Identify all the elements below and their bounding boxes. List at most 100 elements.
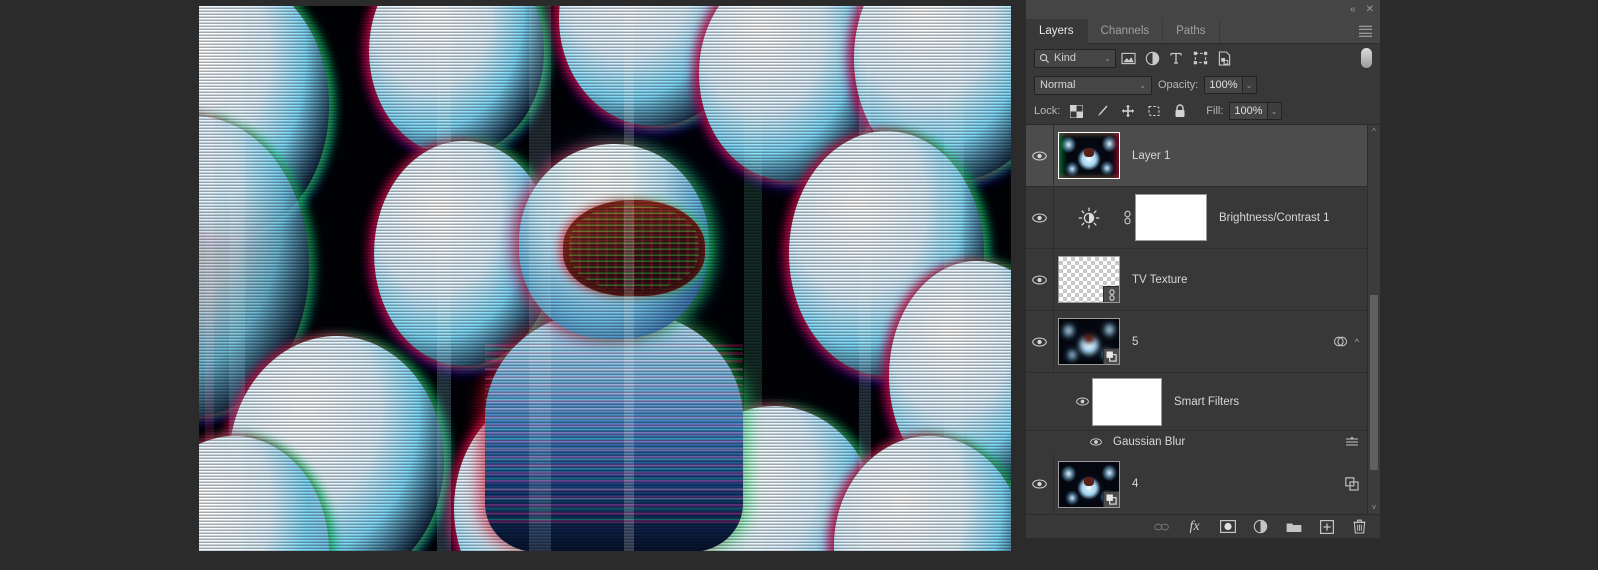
- layer-visibility-toggle[interactable]: [1026, 249, 1054, 310]
- layer-thumbnail[interactable]: [1058, 132, 1120, 179]
- type-layer-filter-icon[interactable]: [1164, 47, 1188, 69]
- smart-object-badge-icon: [1103, 490, 1119, 507]
- layer-name[interactable]: 4: [1132, 478, 1138, 490]
- smart-filter-item[interactable]: Gaussian Blur: [1026, 431, 1367, 453]
- new-group-button[interactable]: [1285, 518, 1302, 535]
- layer-thumbnail[interactable]: [1058, 256, 1120, 303]
- chevron-down-icon: ⌄: [1139, 80, 1146, 90]
- layer-row-actions: [1345, 477, 1367, 491]
- thumbnail-artwork: [1059, 133, 1119, 178]
- layer-row[interactable]: 4: [1026, 453, 1367, 514]
- layer-thumbnail[interactable]: [1058, 318, 1120, 365]
- blob: [369, 6, 544, 156]
- thumbnail-visor: [1084, 476, 1094, 486]
- mask-link-badge-icon: [1103, 286, 1119, 302]
- new-adjustment-layer-button[interactable]: [1252, 518, 1269, 535]
- new-layer-button[interactable]: [1318, 518, 1335, 535]
- blend-mode-row: Normal ⌄ Opacity: 100% ⌄: [1026, 72, 1380, 98]
- add-layer-mask-button[interactable]: [1219, 518, 1236, 535]
- layer-row[interactable]: 5 ^: [1026, 311, 1367, 373]
- lock-artboard-nesting-icon[interactable]: [1144, 101, 1164, 121]
- layer-name[interactable]: Layer 1: [1132, 150, 1170, 162]
- thumbnail-visor: [1084, 334, 1094, 344]
- smart-filter-indicator-icon[interactable]: [1333, 334, 1348, 349]
- smart-object-thumb-icon[interactable]: [1345, 477, 1359, 491]
- smart-filters-label: Smart Filters: [1174, 395, 1240, 408]
- collapse-panel-icon[interactable]: «: [1350, 4, 1356, 15]
- glitch-artwork: [199, 6, 1011, 551]
- astronaut-helmet: [519, 144, 709, 339]
- layer-style-button[interactable]: fx: [1186, 518, 1203, 535]
- lock-image-pixels-icon[interactable]: [1092, 101, 1112, 121]
- smart-filter-name[interactable]: Gaussian Blur: [1113, 436, 1185, 448]
- layer-visibility-toggle[interactable]: [1026, 187, 1054, 248]
- opacity-input[interactable]: 100%: [1204, 76, 1243, 94]
- smart-filters-row[interactable]: Smart Filters: [1026, 373, 1367, 431]
- tab-channels[interactable]: Channels: [1088, 19, 1164, 43]
- layer-list-scrollbar[interactable]: ^ ˅: [1367, 125, 1380, 514]
- torso-glitch-overlay: [485, 344, 743, 524]
- panel-menu-icon[interactable]: [1359, 23, 1372, 40]
- link-layers-button[interactable]: [1153, 518, 1170, 535]
- layers-panel: « ✕ Layers Channels Paths Kind ⌄ Normal …: [1025, 0, 1380, 538]
- fill-label: Fill:: [1206, 105, 1224, 117]
- document-canvas[interactable]: [199, 6, 1011, 551]
- layer-row[interactable]: TV Texture: [1026, 249, 1367, 311]
- smart-filters-visibility-toggle[interactable]: [1072, 397, 1092, 406]
- visor-glitch-noise: [569, 206, 699, 290]
- smart-object-filter-icon[interactable]: [1212, 47, 1236, 69]
- lock-row: Lock: Fill: 100% ⌄: [1026, 98, 1380, 124]
- layer-row[interactable]: Brightness/Contrast 1: [1026, 187, 1367, 249]
- astronaut-subject: [485, 144, 743, 551]
- fill-stepper[interactable]: ⌄: [1267, 102, 1282, 120]
- collapse-chevron-icon[interactable]: ^: [1355, 337, 1359, 347]
- shape-layer-filter-icon[interactable]: [1188, 47, 1212, 69]
- tab-paths[interactable]: Paths: [1163, 19, 1220, 43]
- layer-mask-thumbnail[interactable]: [1135, 194, 1207, 241]
- layer-name[interactable]: TV Texture: [1132, 274, 1187, 286]
- layer-row-actions: ^: [1333, 334, 1367, 349]
- tab-layers[interactable]: Layers: [1026, 19, 1088, 44]
- panel-titlebar: « ✕: [1026, 0, 1380, 19]
- layer-filter-row: Kind ⌄: [1026, 44, 1380, 72]
- lock-all-icon[interactable]: [1170, 101, 1190, 121]
- smart-filter-mask-thumbnail[interactable]: [1092, 377, 1162, 426]
- close-panel-icon[interactable]: ✕: [1366, 4, 1374, 15]
- lock-transparent-pixels-icon[interactable]: [1066, 101, 1086, 121]
- adjustment-brightness-icon[interactable]: [1058, 207, 1120, 229]
- search-icon: [1039, 53, 1050, 64]
- blend-mode-value: Normal: [1040, 79, 1076, 91]
- delete-layer-button[interactable]: [1351, 518, 1368, 535]
- scrollbar-thumb[interactable]: [1370, 295, 1378, 470]
- pixel-layer-filter-icon[interactable]: [1116, 47, 1140, 69]
- filter-kind-select[interactable]: Kind ⌄: [1034, 48, 1116, 68]
- layers-panel-footer: fx: [1026, 514, 1380, 538]
- panel-tab-bar: Layers Channels Paths: [1026, 19, 1380, 44]
- smart-object-badge-icon: [1103, 348, 1119, 364]
- opacity-stepper[interactable]: ⌄: [1242, 76, 1257, 94]
- lock-label: Lock:: [1034, 105, 1061, 117]
- layer-name[interactable]: 5: [1132, 336, 1138, 348]
- layer-row[interactable]: Layer 1: [1026, 125, 1367, 187]
- lock-position-icon[interactable]: [1118, 101, 1138, 121]
- layer-visibility-toggle[interactable]: [1026, 311, 1054, 372]
- mask-link-icon[interactable]: [1120, 210, 1135, 225]
- layer-visibility-toggle[interactable]: [1026, 125, 1054, 186]
- opacity-label: Opacity:: [1158, 79, 1199, 91]
- layer-name[interactable]: Brightness/Contrast 1: [1219, 212, 1330, 224]
- layer-thumbnail[interactable]: [1058, 460, 1120, 508]
- chevron-down-icon: ⌄: [1104, 53, 1111, 63]
- filter-kind-label: Kind: [1054, 52, 1077, 64]
- astronaut-visor: [563, 200, 705, 296]
- thumbnail-visor: [1084, 148, 1094, 158]
- smart-filter-visibility-toggle[interactable]: [1086, 438, 1106, 446]
- fill-input[interactable]: 100%: [1229, 102, 1268, 120]
- scroll-down-arrow[interactable]: ˅: [1368, 501, 1380, 514]
- filter-settings-icon[interactable]: [1345, 436, 1367, 448]
- layer-list[interactable]: Layer 1 Brightness/Contrast 1 TV Texture…: [1026, 124, 1380, 514]
- adjustment-layer-filter-icon[interactable]: [1140, 47, 1164, 69]
- filter-enable-toggle[interactable]: [1361, 48, 1372, 68]
- blend-mode-select[interactable]: Normal ⌄: [1034, 75, 1152, 95]
- scroll-up-arrow[interactable]: ^: [1368, 125, 1380, 138]
- layer-visibility-toggle[interactable]: [1026, 453, 1054, 514]
